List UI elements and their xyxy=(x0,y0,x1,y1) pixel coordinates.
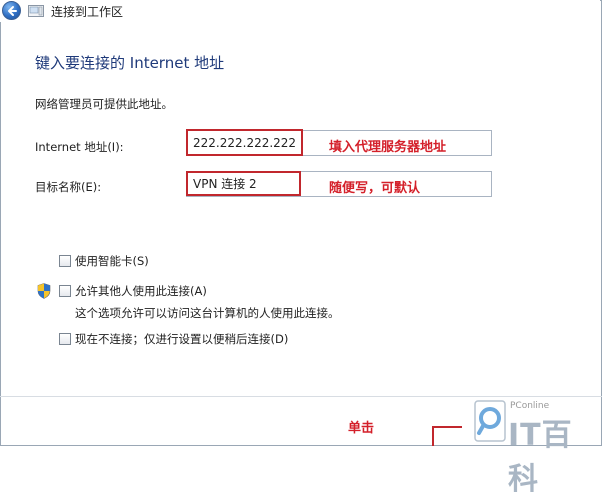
watermark-brand-text: IT百科 xyxy=(508,418,573,497)
destination-name-label: 目标名称(E): xyxy=(35,180,102,194)
connect-later-checkbox[interactable] xyxy=(59,333,71,345)
name-highlight-box xyxy=(186,171,301,196)
smart-card-label: 使用智能卡(S) xyxy=(75,254,149,268)
title-bar: 连接到工作区 xyxy=(0,0,600,22)
uac-shield-icon xyxy=(37,283,51,299)
network-folder-icon xyxy=(28,5,44,17)
click-annotation: 单击 xyxy=(348,421,375,436)
footer-divider xyxy=(0,396,602,397)
allow-others-note: 这个选项允许可以访问这台计算机的人使用此连接。 xyxy=(75,306,340,320)
connect-later-label: 现在不连接；仅进行设置以便稍后连接(D) xyxy=(75,332,289,346)
page-description: 网络管理员可提供此地址。 xyxy=(35,97,173,111)
smart-card-checkbox[interactable] xyxy=(59,255,71,267)
allow-others-label: 允许其他人使用此连接(A) xyxy=(75,284,207,298)
window-title: 连接到工作区 xyxy=(51,5,124,19)
address-annotation: 填入代理服务器地址 xyxy=(329,140,447,155)
address-highlight-box xyxy=(186,129,303,156)
back-arrow-icon[interactable] xyxy=(2,1,21,20)
name-annotation: 随便写，可默认 xyxy=(329,181,421,196)
allow-others-checkbox[interactable] xyxy=(59,285,71,297)
next-button-highlight[interactable] xyxy=(432,426,462,446)
page-heading: 键入要连接的 Internet 地址 xyxy=(35,54,225,72)
pconline-logo-icon xyxy=(474,400,506,442)
internet-address-label: Internet 地址(I): xyxy=(35,140,124,154)
